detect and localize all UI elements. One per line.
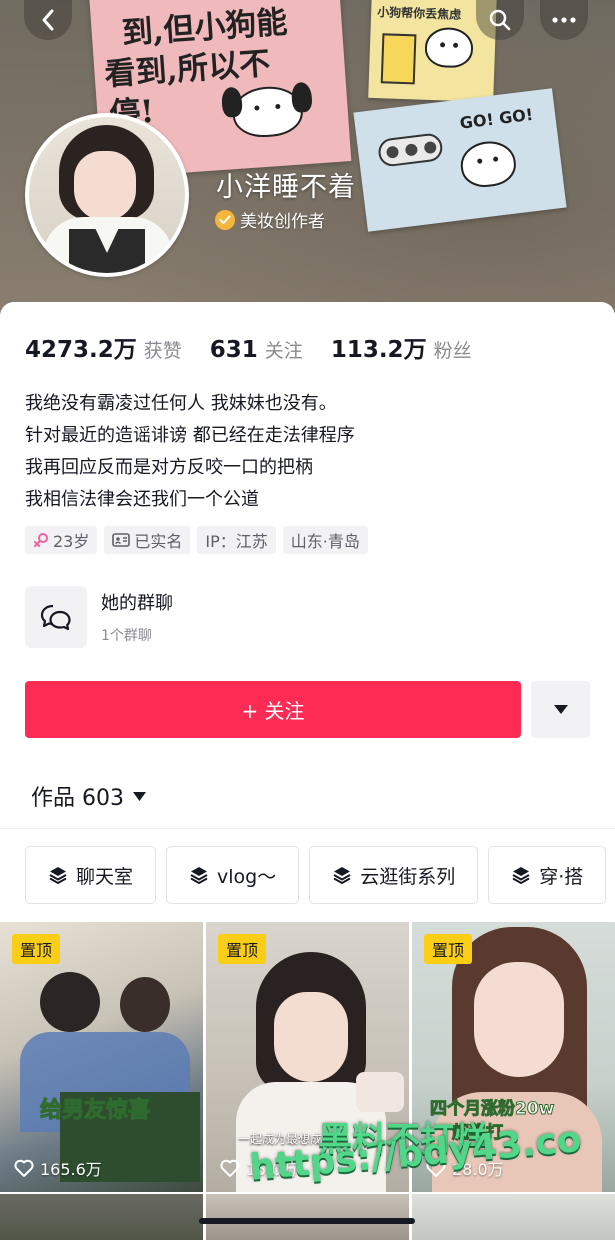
group-chat-icon: [25, 586, 87, 648]
following-count[interactable]: 631: [210, 337, 258, 363]
follow-button-label: + 关注: [241, 699, 305, 723]
age-tag: 23岁: [25, 526, 98, 554]
collection-label: 聊天室: [76, 865, 134, 888]
pinned-badge: 置顶: [424, 934, 473, 964]
group-chat-entry[interactable]: 她的群聊 1个群聊: [25, 586, 173, 648]
blue-note-text: GO! GO!: [458, 104, 535, 133]
recommend-dropdown-button[interactable]: [531, 681, 590, 738]
more-dots-icon: [552, 17, 576, 23]
yellow-note-text: 小狗帮你丢焦虑: [376, 5, 462, 22]
dog-drawing-icon: [458, 138, 519, 190]
traffic-light-drawing: [376, 132, 444, 168]
video-caption: 给男友惊喜: [39, 1098, 151, 1124]
video-likes-count: 165.6万: [40, 1160, 102, 1179]
dog-ear: [220, 86, 243, 118]
verified-text: 已实名: [134, 532, 183, 551]
bio-line: 我相信法律会还我们一个公道: [25, 489, 259, 510]
video-thumbnail[interactable]: 置顶 给男友惊喜 165.6万: [0, 922, 203, 1192]
bio: 我绝没有霸凌过任何人 我妹妹也没有。 针对最近的造谣诽谤 都已经在走法律程序 我…: [25, 388, 355, 516]
cover-blue-note: GO! GO!: [353, 88, 567, 232]
video-likes: 165.6万: [14, 1156, 102, 1180]
video-thumbnail[interactable]: [206, 1194, 409, 1240]
layers-icon: [49, 867, 67, 885]
group-chat-count: 1个群聊: [101, 628, 152, 644]
dog-ear: [290, 81, 313, 114]
tab-works[interactable]: 作品 603: [31, 780, 146, 812]
stats-row: 4273.2万 获赞 631 关注 113.2万 粉丝: [25, 330, 472, 364]
more-options-button[interactable]: [540, 0, 588, 40]
box-drawing: [380, 33, 417, 85]
creator-label-text: 美妆创作者: [240, 212, 325, 232]
dog-drawing-icon: [424, 26, 474, 69]
heart-icon: [14, 1159, 34, 1177]
followers-count[interactable]: 113.2万: [331, 330, 427, 364]
collection-chip[interactable]: 聊天室: [25, 846, 157, 904]
caret-down-icon: [553, 705, 568, 714]
search-icon: [489, 9, 511, 31]
profile-cover: 到,但小狗能 看到,所以不 停! 小狗帮你丢焦虑 GO! GO! 小洋睡不着 美…: [0, 0, 615, 320]
likes-label: 获赞: [143, 340, 182, 362]
video-thumbnail[interactable]: [0, 1194, 203, 1240]
nickname: 小洋睡不着: [216, 172, 356, 203]
chevron-left-icon: [42, 9, 54, 31]
location-text: 山东·青岛: [290, 532, 360, 551]
heart-icon: [220, 1159, 240, 1177]
age-text: 23岁: [53, 532, 90, 551]
collection-label: 云逛街系列: [360, 865, 456, 888]
caret-down-icon: [133, 791, 146, 801]
collections-row: 聊天室 vlog～ 云逛街系列 穿·搭: [25, 846, 607, 904]
location-tag: 山东·青岛: [282, 526, 368, 554]
divider: [0, 828, 615, 829]
following-label[interactable]: 关注: [265, 336, 303, 363]
verified-tag: 已实名: [104, 526, 191, 554]
likes-count: 4273.2万: [25, 337, 137, 363]
collection-chip[interactable]: 穿·搭: [488, 846, 607, 904]
video-thumbnail[interactable]: [412, 1194, 615, 1240]
collection-label: 穿·搭: [539, 865, 584, 888]
pinned-badge: 置顶: [12, 934, 61, 964]
back-button[interactable]: [24, 0, 72, 40]
home-indicator: [199, 1218, 415, 1224]
ip-tag: IP：江苏: [197, 526, 276, 554]
avatar-image: [29, 117, 185, 273]
id-card-icon: [112, 533, 131, 547]
pinned-badge: 置顶: [218, 934, 267, 964]
works-tab-label: 作品 603: [31, 786, 124, 811]
collection-chip[interactable]: vlog～: [166, 846, 300, 904]
female-icon: [34, 533, 48, 547]
creator-label[interactable]: 美妆创作者: [215, 207, 325, 232]
layers-icon: [333, 867, 351, 885]
collection-chip[interactable]: 云逛街系列: [309, 846, 479, 904]
group-chat-title: 她的群聊: [101, 593, 173, 614]
followers-label[interactable]: 粉丝: [434, 336, 472, 363]
avatar[interactable]: [25, 113, 189, 277]
collection-label: vlog～: [217, 865, 277, 888]
search-button[interactable]: [476, 0, 524, 40]
profile-card: 4273.2万 获赞 631 关注 113.2万 粉丝 我绝没有霸凌过任何人 我…: [0, 302, 615, 1240]
verified-badge-icon: [215, 209, 235, 230]
layers-icon: [512, 867, 530, 885]
bio-line: 我绝没有霸凌过任何人 我妹妹也没有。: [25, 393, 337, 414]
layers-icon: [190, 867, 208, 885]
profile-tags: 23岁 已实名 IP：江苏 山东·青岛: [25, 526, 368, 554]
bio-line: 针对最近的造谣诽谤 都已经在走法律程序: [25, 425, 355, 446]
follow-button[interactable]: + 关注: [25, 681, 521, 738]
bio-line: 我再回应反而是对方反咬一口的把柄: [25, 457, 313, 478]
ip-text: IP：江苏: [205, 532, 268, 551]
